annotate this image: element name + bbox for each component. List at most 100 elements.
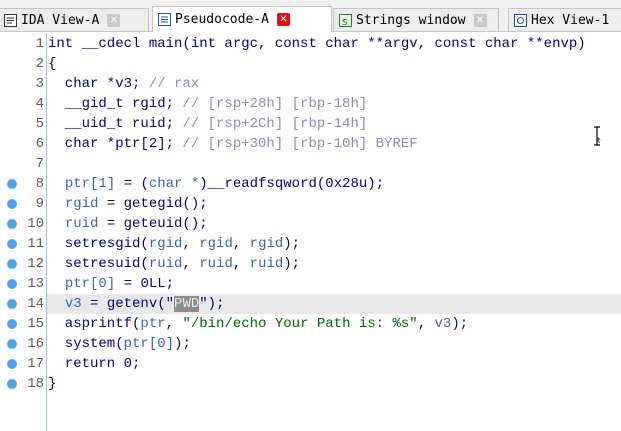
code-line[interactable]: 1 int __cdecl main(int argc, const char *… — [0, 34, 621, 54]
code-line[interactable]: 9 rgid = getegid(); — [0, 194, 621, 214]
breakpoint-dot-icon[interactable] — [7, 379, 17, 389]
code-token: ruid — [249, 256, 284, 272]
disassembly-icon — [4, 13, 17, 27]
breakpoint-dot-icon[interactable] — [7, 199, 17, 209]
close-icon[interactable]: ✕ — [473, 13, 487, 27]
code-text: { — [48, 54, 56, 74]
code-token: ptr[0] — [64, 276, 116, 292]
code-text: rgid = getegid(); — [48, 194, 208, 214]
code-token: rgid — [199, 236, 233, 252]
text-cursor-icon — [594, 126, 601, 146]
line-number: 3 — [35, 76, 44, 92]
line-number: 6 — [35, 136, 44, 152]
code-text: __uid_t ruid; // [rsp+2Ch] [rbp-14h] — [48, 114, 367, 134]
code-line[interactable]: 17 return 0; — [0, 354, 621, 374]
code-token: ); — [283, 236, 301, 252]
breakpoint-dot-icon[interactable] — [7, 319, 17, 329]
code-token: char * — [148, 176, 200, 192]
tab-label: Pseudocode-A — [175, 12, 269, 27]
code-token: v3 — [64, 296, 82, 312]
code-token: "/bin/echo Your Path is: %s" — [182, 316, 418, 332]
line-number: 8 — [35, 176, 44, 192]
code-line[interactable]: 12 setresuid(ruid, ruid, ruid); — [0, 254, 621, 274]
tab-bar: IDA View-A ✕ Pseudocode-A ✕ s Strings wi… — [0, 0, 621, 32]
code-token: int __cdecl main(int argc, const char **… — [48, 36, 586, 52]
hex-icon — [514, 13, 527, 27]
code-text: asprintf(ptr, "/bin/echo Your Path is: %… — [48, 314, 468, 334]
breakpoint-dot-icon[interactable] — [7, 359, 17, 369]
code-token: rgid — [148, 236, 183, 252]
line-number: 15 — [27, 316, 44, 332]
code-token: setresuid( — [48, 256, 149, 272]
code-token: "); — [199, 296, 225, 312]
code-token: ); — [451, 316, 469, 332]
breakpoint-dot-icon[interactable] — [7, 179, 17, 189]
tab-hex-view-1[interactable]: Hex View-1 — [508, 8, 621, 31]
breakpoint-dot-icon[interactable] — [7, 259, 17, 269]
code-token: // [rsp+30h] [rbp-10h] BYREF — [182, 136, 418, 152]
close-icon[interactable]: ✕ — [107, 13, 121, 27]
code-line[interactable]: 11 setresgid(rgid, rgid, rgid); — [0, 234, 621, 254]
code-token: v3 — [434, 316, 452, 332]
code-token: // [rsp+2Ch] [rbp-14h] — [182, 116, 368, 132]
line-number: 7 — [35, 156, 44, 172]
code-token: = geteuid(); — [98, 216, 208, 232]
code-token: ptr[0] — [123, 336, 175, 352]
code-line[interactable]: 10 ruid = geteuid(); — [0, 214, 621, 234]
code-text: setresgid(rgid, rgid, rgid); — [48, 234, 300, 254]
tab-strings-window[interactable]: s Strings window ✕ — [333, 8, 499, 31]
code-token: char *v3; — [48, 76, 149, 92]
code-line[interactable]: 7 — [0, 154, 621, 174]
code-text: ruid = geteuid(); — [48, 214, 208, 234]
line-number: 17 — [27, 356, 44, 372]
code-token: = getenv(" — [81, 296, 175, 312]
close-icon[interactable]: ✕ — [276, 13, 290, 26]
line-number: 2 — [35, 56, 44, 72]
code-text: } — [48, 374, 56, 394]
code-line[interactable]: 15 asprintf(ptr, "/bin/echo Your Path is… — [0, 314, 621, 334]
tab-label: Strings window — [356, 12, 466, 28]
line-number: 9 — [35, 196, 44, 212]
strings-icon: s — [339, 13, 352, 27]
code-line[interactable]: 5 __uid_t ruid; // [rsp+2Ch] [rbp-14h] — [0, 114, 621, 134]
code-line[interactable]: 13 ptr[0] = 0LL; — [0, 274, 621, 294]
breakpoint-dot-icon[interactable] — [7, 239, 17, 249]
breakpoint-dot-icon[interactable] — [7, 299, 17, 309]
code-line[interactable]: 16 system(ptr[0]); — [0, 334, 621, 354]
code-token: rgid — [249, 236, 284, 252]
breakpoint-dot-icon[interactable] — [7, 279, 17, 289]
code-line[interactable]: 6 char *ptr[2]; // [rsp+30h] [rbp-10h] B… — [0, 134, 621, 154]
code-line[interactable]: 2{ — [0, 54, 621, 74]
code-token: , — [182, 256, 200, 272]
breakpoint-dot-icon[interactable] — [7, 219, 17, 229]
code-token: , — [182, 236, 200, 252]
code-line[interactable]: 4 __gid_t rgid; // [rsp+28h] [rbp-18h] — [0, 94, 621, 114]
code-token: ruid — [148, 256, 183, 272]
code-token: )__readfsqword(0x28u); — [199, 176, 385, 192]
code-token: setresgid( — [48, 236, 149, 252]
code-text: v3 = getenv("PWD"); — [48, 294, 224, 314]
code-token: ); — [283, 256, 301, 272]
breakpoint-dot-icon[interactable] — [7, 339, 17, 349]
code-token: , — [165, 316, 183, 332]
code-line[interactable]: 14 v3 = getenv("PWD"); — [0, 294, 621, 314]
code-line[interactable]: 8 ptr[1] = (char *)__readfsqword(0x28u); — [0, 174, 621, 194]
code-token: = getegid(); — [98, 196, 208, 212]
code-line[interactable]: 18} — [0, 374, 621, 394]
code-token: __uid_t ruid; — [48, 116, 183, 132]
pseudocode-icon — [158, 13, 171, 26]
tab-pseudocode-a[interactable]: Pseudocode-A ✕ — [152, 6, 332, 32]
code-line[interactable]: 3 char *v3; // rax — [0, 74, 621, 94]
code-token: char *ptr[2]; — [48, 136, 183, 152]
line-number: 12 — [27, 256, 44, 272]
code-text: system(ptr[0]); — [48, 334, 191, 354]
code-token: { — [48, 56, 57, 72]
line-number: 16 — [27, 336, 44, 352]
tab-ida-view-a[interactable]: IDA View-A ✕ — [0, 8, 149, 31]
code-token: system( — [48, 336, 124, 352]
code-token: ); — [174, 336, 191, 352]
